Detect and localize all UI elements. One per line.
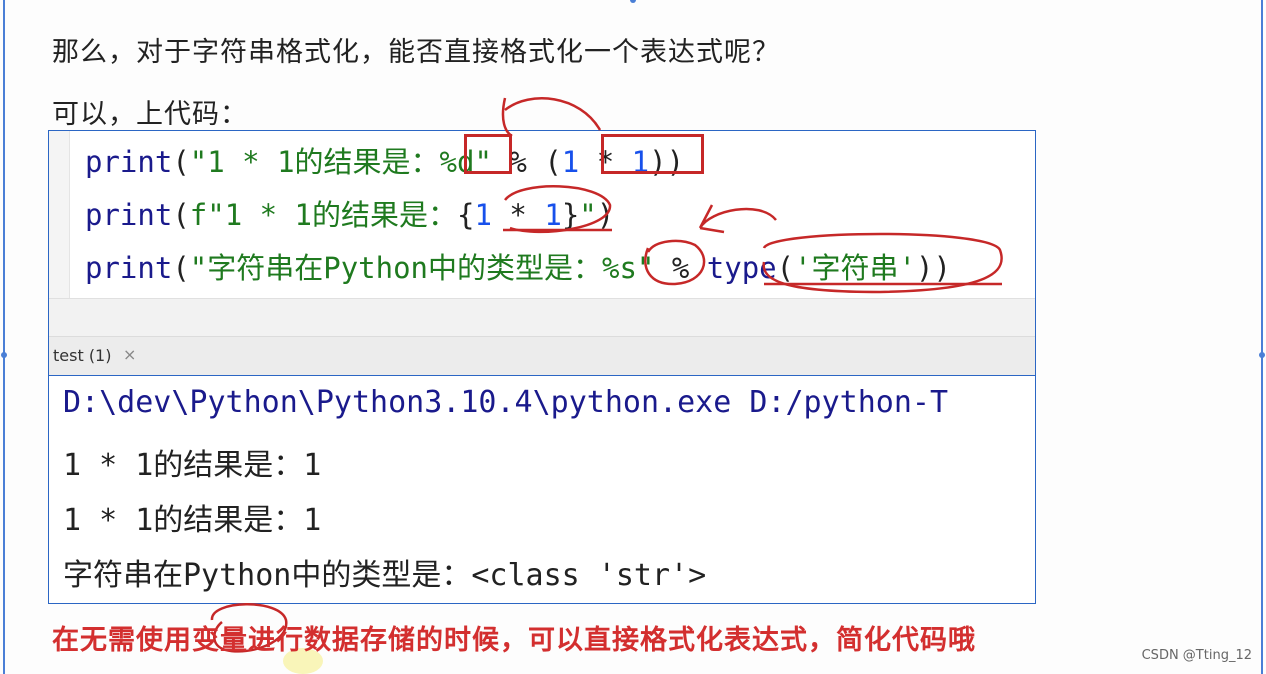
code-line-2[interactable]: print(f"1 * 1的结果是：{1 * 1}") (85, 192, 614, 234)
format-spec-s: %s (602, 251, 637, 285)
code-editor[interactable]: print("1 * 1的结果是：%d" % (1 * 1)) print(f"… (49, 131, 1035, 298)
heading-answer: 可以，上代码： (52, 99, 248, 130)
code-line-1[interactable]: print("1 * 1的结果是：%d" % (1 * 1)) (85, 139, 684, 181)
resize-handle-right[interactable] (1259, 352, 1265, 358)
output-line-4: 字符串在Python中的类型是：<class 'str'> (63, 558, 707, 593)
heading-question: 那么，对于字符串格式化，能否直接格式化一个表达式呢？ (52, 37, 780, 68)
run-tab-label[interactable]: test (1) (53, 346, 111, 365)
annotation-box-expression (601, 134, 704, 174)
code-line-3[interactable]: print("字符串在Python中的类型是：%s" % type('字符串')… (85, 245, 951, 287)
editor-gap (49, 298, 1035, 337)
ide-panel: print("1 * 1的结果是：%d" % (1 * 1)) print(f"… (48, 130, 1036, 604)
footer-note: 在无需使用变量进行数据存储的时候，可以直接格式化表达式，简化代码哦 (52, 625, 976, 656)
output-line-3: 1 * 1的结果是：1 (63, 503, 322, 538)
output-line-1: D:\dev\Python\Python3.10.4\python.exe D:… (63, 385, 949, 420)
watermark: CSDN @Tting_12 (1141, 648, 1252, 663)
run-tab-bar: test (1) × (49, 336, 1035, 376)
close-icon[interactable]: × (123, 345, 136, 364)
selection-right-edge (1261, 0, 1263, 674)
output-line-2: 1 * 1的结果是：1 (63, 448, 322, 483)
annotation-box-format-d (464, 134, 512, 174)
editor-gutter (49, 131, 70, 298)
resize-handle-top[interactable] (630, 0, 636, 3)
resize-handle-left[interactable] (1, 352, 7, 358)
selection-left-edge (3, 0, 5, 674)
